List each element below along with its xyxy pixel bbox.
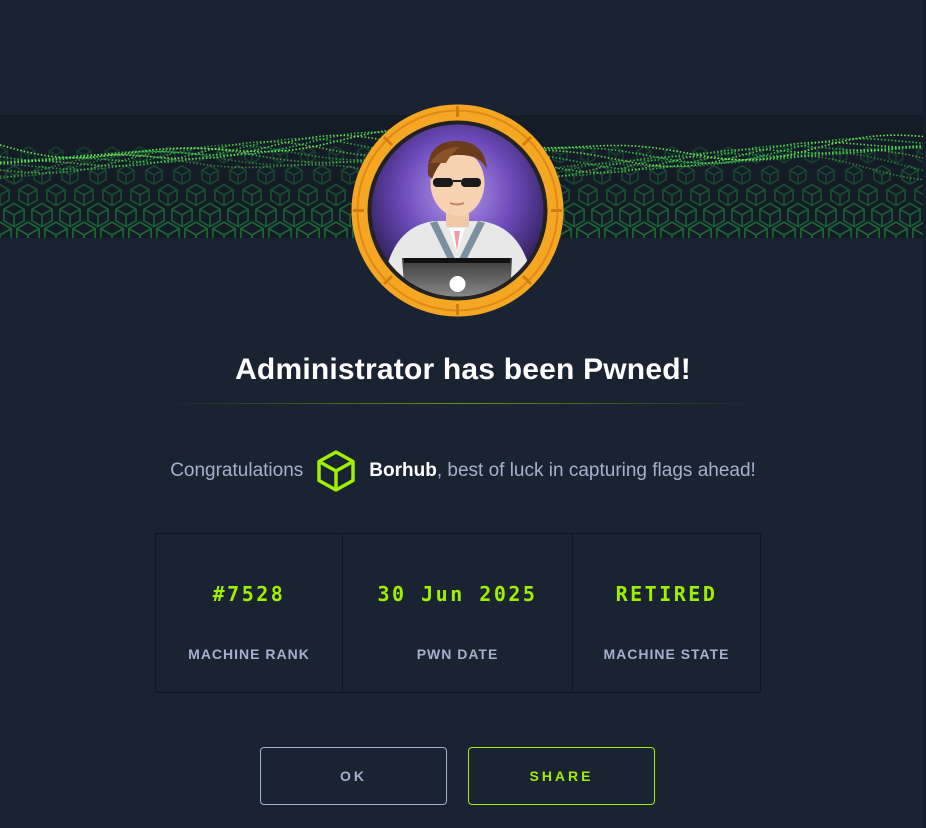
username: Borhub — [369, 460, 437, 481]
congratulations-message: Congratulations Borhub, best of luck in … — [0, 447, 926, 495]
machine-avatar-icon — [350, 103, 565, 318]
page-title: Administrator has been Pwned! — [235, 353, 691, 386]
green-cube-icon — [315, 449, 357, 493]
pwned-dialog: Administrator has been Pwned! Congratula… — [0, 0, 926, 828]
stat-label: MACHINE RANK — [188, 646, 310, 662]
ok-button[interactable]: OK — [260, 747, 447, 805]
congrats-prefix: Congratulations — [170, 460, 304, 481]
stat-label: PWN DATE — [416, 646, 499, 662]
stat-value: RETIRED — [615, 582, 718, 606]
stat-machine-state: RETIRED MACHINE STATE — [572, 534, 760, 692]
congrats-suffix: , best of luck in capturing flags ahead! — [436, 460, 756, 481]
share-button[interactable]: SHARE — [468, 747, 655, 805]
stat-label: MACHINE STATE — [603, 646, 730, 662]
stat-value: #7528 — [212, 582, 286, 606]
stats-panel: #7528 MACHINE RANK 30 Jun 2025 PWN DATE … — [155, 533, 761, 693]
stat-pwn-date: 30 Jun 2025 PWN DATE — [342, 534, 572, 692]
stat-machine-rank: #7528 MACHINE RANK — [156, 534, 342, 692]
title-divider — [165, 403, 755, 404]
stat-value: 30 Jun 2025 — [377, 582, 538, 606]
